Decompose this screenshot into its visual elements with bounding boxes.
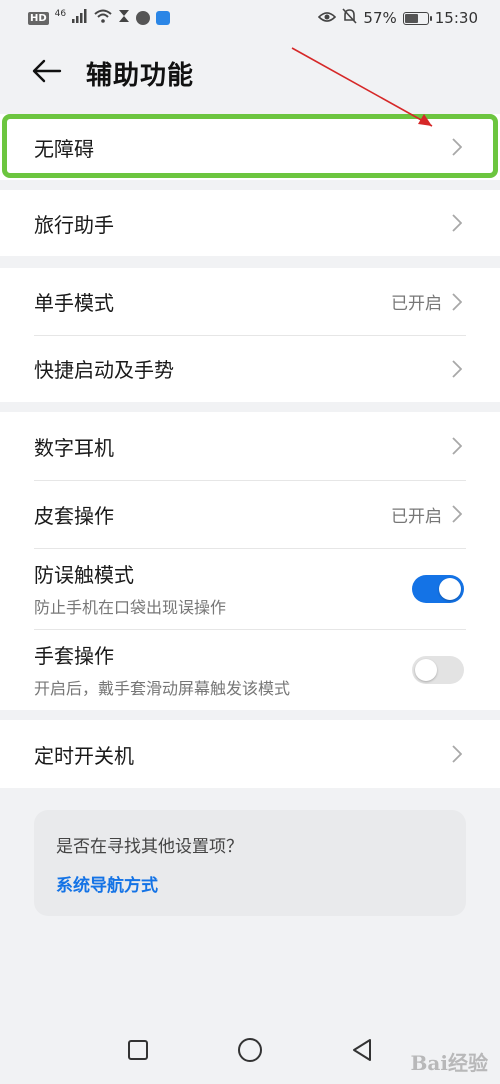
settings-group-3: 单手模式 已开启 快捷启动及手势: [0, 268, 500, 402]
suggestion-question: 是否在寻找其他设置项？: [56, 837, 243, 857]
watermark: Bai经验: [410, 1051, 488, 1075]
settings-group-5: 定时开关机: [0, 720, 500, 788]
setting-label: 定时开关机: [34, 743, 134, 768]
setting-description: 开启后，戴手套滑动屏幕触发该模式: [34, 679, 291, 698]
setting-label: 无障碍: [34, 136, 94, 161]
setting-shortcuts-gestures[interactable]: 快捷启动及手势: [0, 335, 500, 402]
chevron-right-icon: [452, 213, 464, 233]
settings-group-1: 无障碍: [0, 114, 500, 180]
setting-travel-assistant[interactable]: 旅行助手: [0, 190, 500, 256]
hd-badge: HD: [28, 11, 49, 25]
setting-glove-mode[interactable]: 手套操作 开启后，戴手套滑动屏幕触发该模式: [0, 629, 500, 710]
bell-off-icon: [342, 8, 358, 28]
settings-group-2: 旅行助手: [0, 190, 500, 256]
arrow-left-icon: [32, 59, 62, 87]
chevron-right-icon: [452, 359, 464, 379]
recents-button[interactable]: [125, 1039, 151, 1065]
setting-value: 已开启: [391, 506, 442, 527]
setting-accessibility[interactable]: 无障碍: [0, 114, 500, 180]
chevron-right-icon: [452, 436, 464, 456]
accidental-touch-toggle[interactable]: [412, 574, 464, 603]
home-button[interactable]: [237, 1037, 263, 1067]
chevron-right-icon: [452, 504, 464, 524]
setting-label: 单手模式: [34, 291, 114, 315]
app-icon: [136, 11, 151, 25]
chevron-right-icon: [452, 292, 464, 312]
network-type: 46: [54, 9, 67, 19]
setting-texts: 防误触模式 防止手机在口袋出现误操作: [34, 559, 412, 618]
battery-icon: [402, 11, 432, 25]
setting-description: 防止手机在口袋出现误操作: [34, 598, 227, 617]
setting-accidental-touch[interactable]: 防误触模式 防止手机在口袋出现误操作: [0, 548, 500, 629]
status-bar: HD 46 57% 15:30: [0, 0, 500, 36]
setting-label: 手套操作: [34, 644, 114, 668]
battery-percent: 57%: [363, 9, 397, 27]
glove-mode-toggle[interactable]: [412, 655, 464, 684]
settings-group-4: 数字耳机 皮套操作 已开启 防误触模式 防止手机在口袋出现误操作 手套操作 开启…: [0, 412, 500, 710]
chevron-right-icon: [452, 744, 464, 764]
toggle-knob: [439, 577, 461, 600]
back-triangle-icon: [351, 1038, 373, 1066]
home-circle-icon: [237, 1037, 263, 1067]
status-time: 15:30: [434, 9, 478, 27]
back-nav-button[interactable]: [349, 1039, 375, 1065]
toggle-knob: [415, 658, 437, 681]
setting-label: 快捷启动及手势: [34, 358, 174, 382]
setting-scheduled-power[interactable]: 定时开关机: [0, 720, 500, 788]
setting-label: 防误触模式: [34, 563, 134, 587]
signal-icon: [72, 9, 88, 27]
recents-square-icon: [127, 1039, 149, 1065]
suggestion-card: 是否在寻找其他设置项？ 系统导航方式: [34, 810, 466, 916]
setting-digital-earphone[interactable]: 数字耳机: [0, 412, 500, 480]
app-icon: [156, 11, 171, 25]
setting-one-hand-mode[interactable]: 单手模式 已开启: [0, 268, 500, 335]
status-bar-left: HD 46: [28, 9, 171, 27]
setting-label: 皮套操作: [34, 503, 114, 528]
setting-label: 旅行助手: [34, 212, 114, 237]
setting-texts: 手套操作 开启后，戴手套滑动屏幕触发该模式: [34, 640, 412, 699]
status-bar-right: 57% 15:30: [318, 8, 478, 28]
wifi-icon: [94, 9, 112, 27]
system-navigation-link[interactable]: 系统导航方式: [56, 871, 158, 896]
page-title: 辅助功能: [86, 60, 195, 91]
setting-cover-operation[interactable]: 皮套操作 已开启: [0, 480, 500, 548]
setting-label: 数字耳机: [34, 435, 114, 460]
header: 辅助功能: [0, 36, 500, 110]
setting-value: 已开启: [391, 294, 442, 314]
back-button[interactable]: [32, 55, 68, 91]
chevron-right-icon: [452, 137, 464, 157]
hourglass-icon: [118, 9, 130, 27]
eye-icon: [318, 9, 337, 27]
